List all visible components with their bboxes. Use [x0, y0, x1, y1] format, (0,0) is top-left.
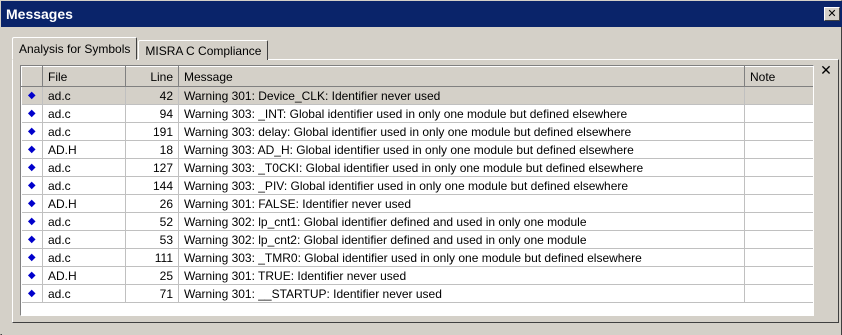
- note-cell[interactable]: [744, 248, 813, 267]
- note-cell[interactable]: [744, 194, 813, 213]
- note-cell[interactable]: [744, 266, 813, 285]
- line-cell: 26: [125, 194, 179, 213]
- file-cell: ad.c: [42, 158, 126, 177]
- table-row[interactable]: ◆ ad.c 52 Warning 302: lp_cnt1: Global iden…: [21, 212, 813, 231]
- message-cell: Warning 301: Device_CLK: Identifier neve…: [178, 86, 745, 105]
- line-cell: 42: [125, 86, 179, 105]
- line-cell: 144: [125, 176, 179, 195]
- line-cell: 71: [125, 284, 179, 303]
- file-cell: AD.H: [42, 266, 126, 285]
- column-header-icon[interactable]: [21, 66, 43, 87]
- note-cell[interactable]: [744, 122, 813, 141]
- note-cell[interactable]: [744, 158, 813, 177]
- file-cell: ad.c: [42, 176, 126, 195]
- column-header-note[interactable]: Note: [744, 66, 813, 87]
- column-header-file[interactable]: File: [42, 66, 126, 87]
- close-panel-icon[interactable]: ✕: [818, 62, 834, 78]
- diamond-icon: ◆: [21, 284, 43, 303]
- note-cell[interactable]: [744, 230, 813, 249]
- note-cell[interactable]: [744, 140, 813, 159]
- message-cell: Warning 301: __STARTUP: Identifier never…: [178, 284, 745, 303]
- table-row[interactable]: ◆ ad.c 53 Warning 302: lp_cnt2: Global iden…: [21, 230, 813, 249]
- table-row[interactable]: ◆ AD.H 25 Warning 301: TRUE: Identifier nev…: [21, 266, 813, 285]
- diamond-icon: ◆: [21, 212, 43, 231]
- message-cell: Warning 303: _TMR0: Global identifier us…: [178, 248, 745, 267]
- table-row[interactable]: ◆ ad.c 191 Warning 303: delay: Global ident…: [21, 122, 813, 141]
- file-cell: ad.c: [42, 212, 126, 231]
- diamond-icon: ◆: [21, 140, 43, 159]
- file-cell: AD.H: [42, 194, 126, 213]
- diamond-icon: ◆: [21, 122, 43, 141]
- file-cell: ad.c: [42, 248, 126, 267]
- table-row[interactable]: ◆ AD.H 26 Warning 301: FALSE: Identifier ne…: [21, 194, 813, 213]
- line-cell: 127: [125, 158, 179, 177]
- message-cell: Warning 303: AD_H: Global identifier use…: [178, 140, 745, 159]
- line-cell: 191: [125, 122, 179, 141]
- diamond-icon: ◆: [21, 86, 43, 105]
- line-cell: 25: [125, 266, 179, 285]
- line-cell: 53: [125, 230, 179, 249]
- tab-strip: Analysis for Symbols MISRA C Compliance: [12, 36, 269, 60]
- note-cell[interactable]: [744, 284, 813, 303]
- note-cell[interactable]: [744, 176, 813, 195]
- message-cell: Warning 303: delay: Global identifier us…: [178, 122, 745, 141]
- diamond-icon: ◆: [21, 248, 43, 267]
- message-cell: Warning 303: _T0CKI: Global identifier u…: [178, 158, 745, 177]
- message-cell: Warning 302: lp_cnt2: Global identifier …: [178, 230, 745, 249]
- file-cell: ad.c: [42, 284, 126, 303]
- table-row[interactable]: ◆ ad.c 127 Warning 303: _T0CKI: Global iden…: [21, 158, 813, 177]
- table-row[interactable]: ◆ ad.c 144 Warning 303: _PIV: Global identi…: [21, 176, 813, 195]
- tab-analysis-for-symbols[interactable]: Analysis for Symbols: [12, 37, 138, 60]
- window-bottom-edge: [2, 323, 841, 335]
- table-row[interactable]: ◆ ad.c 94 Warning 303: _INT: Global identif…: [21, 104, 813, 123]
- messages-table: File Line Message Note ◆ ad.c 42 Warning 30…: [21, 66, 813, 303]
- header-row: File Line Message Note: [21, 66, 813, 87]
- column-header-message[interactable]: Message: [178, 66, 745, 87]
- diamond-icon: ◆: [21, 158, 43, 177]
- file-cell: ad.c: [42, 122, 126, 141]
- note-cell[interactable]: [744, 212, 813, 231]
- message-cell: Warning 303: _PIV: Global identifier use…: [178, 176, 745, 195]
- line-cell: 52: [125, 212, 179, 231]
- diamond-icon: ◆: [21, 104, 43, 123]
- close-icon[interactable]: ✕: [824, 7, 840, 21]
- diamond-icon: ◆: [21, 194, 43, 213]
- table-row[interactable]: ◆ ad.c 42 Warning 301: Device_CLK: Identifi…: [21, 86, 813, 105]
- message-cell: Warning 303: _INT: Global identifier use…: [178, 104, 745, 123]
- title-bar[interactable]: Messages ✕: [1, 1, 842, 27]
- line-cell: 111: [125, 248, 179, 267]
- tab-misra-c-compliance[interactable]: MISRA C Compliance: [138, 40, 269, 60]
- window-title: Messages: [6, 6, 73, 22]
- diamond-icon: ◆: [21, 230, 43, 249]
- column-header-line[interactable]: Line: [125, 66, 179, 87]
- message-cell: Warning 301: FALSE: Identifier never use…: [178, 194, 745, 213]
- diamond-icon: ◆: [21, 266, 43, 285]
- line-cell: 18: [125, 140, 179, 159]
- file-cell: AD.H: [42, 140, 126, 159]
- note-cell[interactable]: [744, 86, 813, 105]
- messages-list[interactable]: File Line Message Note ◆ ad.c 42 Warning 30…: [20, 65, 814, 316]
- note-cell[interactable]: [744, 104, 813, 123]
- table-row[interactable]: ◆ ad.c 111 Warning 303: _TMR0: Global ident…: [21, 248, 813, 267]
- messages-window: Messages ✕ Analysis for Symbols MISRA C …: [0, 0, 842, 335]
- diamond-icon: ◆: [21, 176, 43, 195]
- file-cell: ad.c: [42, 104, 126, 123]
- file-cell: ad.c: [42, 230, 126, 249]
- table-row[interactable]: ◆ ad.c 71 Warning 301: __STARTUP: Identifie…: [21, 284, 813, 303]
- message-cell: Warning 302: lp_cnt1: Global identifier …: [178, 212, 745, 231]
- line-cell: 94: [125, 104, 179, 123]
- table-row[interactable]: ◆ AD.H 18 Warning 303: AD_H: Global identif…: [21, 140, 813, 159]
- file-cell: ad.c: [42, 86, 126, 105]
- message-cell: Warning 301: TRUE: Identifier never used: [178, 266, 745, 285]
